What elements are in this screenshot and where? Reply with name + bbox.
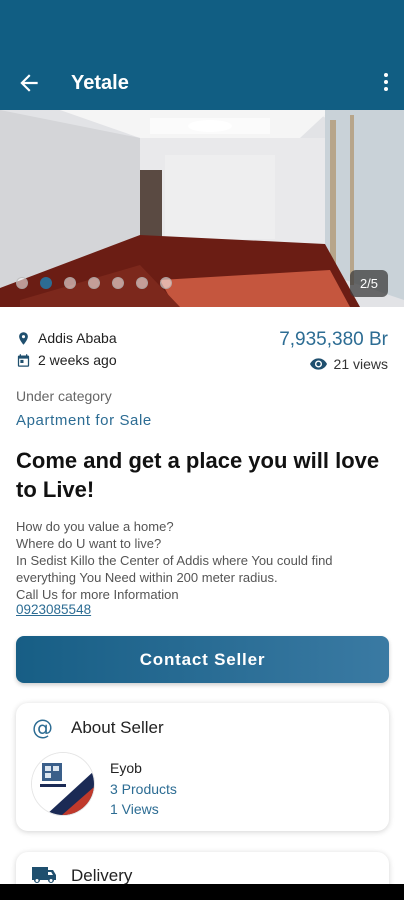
- phone-link[interactable]: 0923085548: [16, 602, 91, 617]
- gallery-dot[interactable]: [160, 277, 172, 289]
- system-nav-bar: [0, 884, 404, 900]
- seller-products-link[interactable]: 3 Products: [110, 779, 177, 800]
- delivery-title: Delivery: [71, 866, 133, 885]
- gallery-dot[interactable]: [40, 277, 52, 289]
- description-line: everything You Need within 200 meter rad…: [16, 570, 278, 585]
- description-line: In Sedist Killo the Center of Addis wher…: [16, 553, 333, 568]
- image-gallery[interactable]: 2/5: [0, 110, 404, 307]
- calendar-icon: [17, 353, 30, 367]
- category-link[interactable]: Apartment for Sale: [16, 412, 152, 429]
- seller-logo: [32, 753, 94, 815]
- listing-description: How do you value a home? Where do U want…: [16, 518, 396, 603]
- description-line: Call Us for more Information: [16, 587, 179, 602]
- contact-seller-button[interactable]: Contact Seller: [16, 636, 389, 683]
- price: 7,935,380 Br: [279, 329, 388, 350]
- location-pin-icon: [19, 331, 28, 345]
- gallery-indicator: [16, 277, 172, 289]
- seller-name: Eyob: [110, 760, 142, 776]
- at-sign-icon: @: [32, 716, 53, 740]
- gallery-dot[interactable]: [64, 277, 76, 289]
- description-line: How do you value a home?: [16, 519, 174, 534]
- truck-icon: [32, 867, 56, 883]
- gallery-dot[interactable]: [136, 277, 148, 289]
- photo-counter: 2/5: [350, 270, 388, 297]
- price-block: 7,935,380 Br 21 views: [279, 328, 388, 372]
- gallery-dot[interactable]: [112, 277, 124, 289]
- about-seller-title: About Seller: [71, 718, 164, 737]
- back-arrow-icon[interactable]: [16, 70, 42, 96]
- more-options-icon[interactable]: [382, 70, 390, 96]
- app-bar: Yetale: [0, 0, 404, 110]
- seller-avatar[interactable]: [32, 753, 94, 815]
- seller-views: 1 Views: [110, 801, 159, 817]
- gallery-dot[interactable]: [88, 277, 100, 289]
- listing-meta: Addis Ababa 2 weeks ago: [16, 327, 117, 371]
- category-label: Under category: [16, 388, 112, 404]
- eye-icon: [309, 358, 327, 370]
- posted-time: 2 weeks ago: [38, 352, 117, 368]
- listing-title: Come and get a place you will love to Li…: [16, 448, 380, 502]
- location-text: Addis Ababa: [38, 330, 117, 346]
- gallery-dot[interactable]: [16, 277, 28, 289]
- about-seller-card[interactable]: @ About Seller Eyob 3 Products 1 Views: [16, 703, 389, 831]
- description-line: Where do U want to live?: [16, 536, 162, 551]
- view-count: 21 views: [333, 356, 388, 372]
- page-title: Yetale: [71, 72, 129, 94]
